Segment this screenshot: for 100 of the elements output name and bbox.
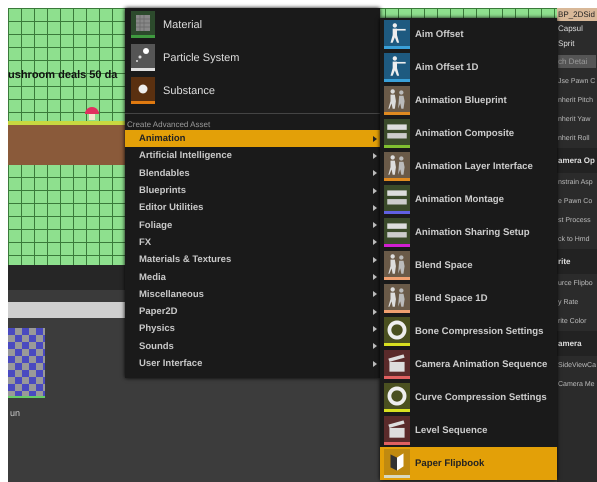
- menu-item[interactable]: Paper2D: [125, 302, 380, 320]
- menu-item-label: Paper2D: [139, 306, 178, 318]
- menu-item-label: Animation Composite: [415, 128, 514, 139]
- film-strips-icon: [384, 185, 410, 211]
- menu-item-label: Animation Blueprint: [415, 95, 507, 106]
- menu-item-label: Animation Montage: [415, 194, 504, 205]
- menu-item-label: Artificial Intelligence: [139, 150, 232, 162]
- menu-item[interactable]: Aim Offset: [380, 18, 557, 51]
- menu-item[interactable]: Camera Animation Sequence: [380, 348, 557, 381]
- menu-item[interactable]: Animation Montage: [380, 183, 557, 216]
- particles-icon: [131, 44, 155, 68]
- walking-figures-icon: [384, 284, 410, 310]
- walking-figures-icon: [384, 152, 410, 178]
- menu-item[interactable]: Blend Space: [380, 249, 557, 282]
- submenu-arrow-icon: [373, 136, 377, 142]
- menu-item[interactable]: Particle System: [125, 41, 380, 74]
- component-item[interactable]: Sprit: [557, 36, 597, 51]
- menu-item[interactable]: Blendables: [125, 164, 380, 182]
- menu-item-label: Foliage: [139, 220, 172, 231]
- submenu-arrow-icon: [373, 256, 377, 263]
- menu-item[interactable]: Materials & Textures: [125, 251, 380, 268]
- menu-item-label: Material: [163, 18, 202, 30]
- menu-item-label: Blend Space 1D: [415, 293, 488, 304]
- menu-item[interactable]: Level Sequence: [380, 414, 557, 447]
- submenu-arrow-icon: [373, 291, 377, 298]
- menu-item-label: Physics: [139, 323, 175, 334]
- menu-item[interactable]: Animation: [125, 130, 380, 148]
- menu-item-label: Animation Sharing Setup: [415, 227, 530, 238]
- section-header[interactable]: amera: [557, 331, 597, 356]
- menu-item-label: Miscellaneous: [139, 288, 204, 300]
- film-strips-icon: [384, 119, 410, 145]
- menu-item-label: Animation: [139, 133, 186, 144]
- menu-item-label: Aim Offset 1D: [415, 62, 478, 73]
- menu-item[interactable]: Artificial Intelligence: [125, 147, 380, 165]
- menu-item[interactable]: Animation Blueprint: [380, 84, 557, 117]
- submenu-arrow-icon: [373, 222, 377, 228]
- menu-item[interactable]: Blueprints: [125, 182, 380, 200]
- menu-item[interactable]: Blend Space 1D: [380, 282, 557, 315]
- submenu-arrow-icon: [373, 274, 377, 280]
- menu-item[interactable]: Paper Flipbook: [380, 447, 557, 480]
- film-strips-icon: [384, 218, 410, 244]
- submenu-arrow-icon: [373, 170, 377, 176]
- figure-icon: [384, 53, 410, 79]
- menu-item[interactable]: Foliage: [125, 216, 380, 234]
- menu-item[interactable]: Curve Compression Settings: [380, 381, 557, 414]
- menu-item-label: Paper Flipbook: [415, 458, 484, 469]
- mushroom-icon: [84, 105, 100, 121]
- sprite-thumbnail[interactable]: [8, 328, 45, 398]
- menu-item[interactable]: Material: [125, 8, 380, 41]
- menu-item[interactable]: FX: [125, 234, 380, 252]
- menu-item-label: Media: [139, 272, 166, 283]
- menu-item[interactable]: Animation Sharing Setup: [380, 216, 557, 249]
- menu-item[interactable]: Media: [125, 268, 380, 286]
- clapperboard-icon: [384, 350, 410, 376]
- menu-item[interactable]: Miscellaneous: [125, 286, 380, 303]
- submenu-arrow-icon: [373, 343, 377, 350]
- submenu-arrow-icon: [373, 188, 377, 194]
- menu-item[interactable]: Physics: [125, 320, 380, 338]
- submenu-arrow-icon: [373, 239, 377, 246]
- menu-item-label: Bone Compression Settings: [415, 326, 544, 337]
- menu-item-label: Particle System: [163, 52, 240, 64]
- blueprint-tab[interactable]: BP_2DSid: [557, 8, 597, 21]
- menu-item[interactable]: Animation Composite: [380, 117, 557, 150]
- menu-item-label: Curve Compression Settings: [415, 392, 547, 403]
- menu-item[interactable]: Aim Offset 1D: [380, 51, 557, 84]
- menu-item[interactable]: Bone Compression Settings: [380, 315, 557, 348]
- menu-item-label: Blend Space: [415, 260, 473, 271]
- menu-item-label: Materials & Textures: [139, 254, 232, 266]
- menu-item-label: Camera Animation Sequence: [415, 359, 548, 370]
- menu-item-label: Sounds: [139, 340, 174, 352]
- ring-icon: [384, 317, 410, 343]
- menu-item[interactable]: User Interface: [125, 354, 380, 372]
- walking-figures-icon: [384, 86, 410, 112]
- menu-item-label: Animation Layer Interface: [415, 161, 533, 172]
- grid-tile-icon: [131, 11, 155, 35]
- menu-item[interactable]: Substance: [125, 74, 380, 107]
- figure-icon: [384, 20, 410, 46]
- submenu-arrow-icon: [373, 152, 377, 159]
- walking-figures-icon: [384, 251, 410, 277]
- submenu-arrow-icon: [373, 308, 377, 315]
- viewport-text: ushroom deals 50 da: [8, 69, 118, 81]
- menu-item-label: Blendables: [139, 168, 190, 179]
- book-icon: [384, 449, 410, 475]
- menu-item-label: Blueprints: [139, 185, 186, 196]
- menu-item[interactable]: Editor Utilities: [125, 199, 380, 216]
- ring-icon: [384, 383, 410, 409]
- section-header[interactable]: amera Op: [557, 148, 597, 173]
- menu-item-label: Level Sequence: [415, 425, 488, 436]
- section-header[interactable]: rite: [557, 249, 597, 274]
- submenu-arrow-icon: [373, 326, 377, 332]
- asset-label: un: [10, 408, 20, 418]
- menu-item-label: Substance: [163, 84, 215, 96]
- submenu-arrow-icon: [373, 204, 377, 211]
- component-item[interactable]: Capsul: [557, 21, 597, 36]
- menu-item[interactable]: Animation Layer Interface: [380, 150, 557, 183]
- menu-item-label: User Interface: [139, 358, 202, 369]
- coin-icon: [131, 77, 155, 101]
- menu-item-label: Aim Offset: [415, 29, 464, 40]
- menu-item[interactable]: Sounds: [125, 338, 380, 355]
- clapperboard-icon: [384, 416, 410, 442]
